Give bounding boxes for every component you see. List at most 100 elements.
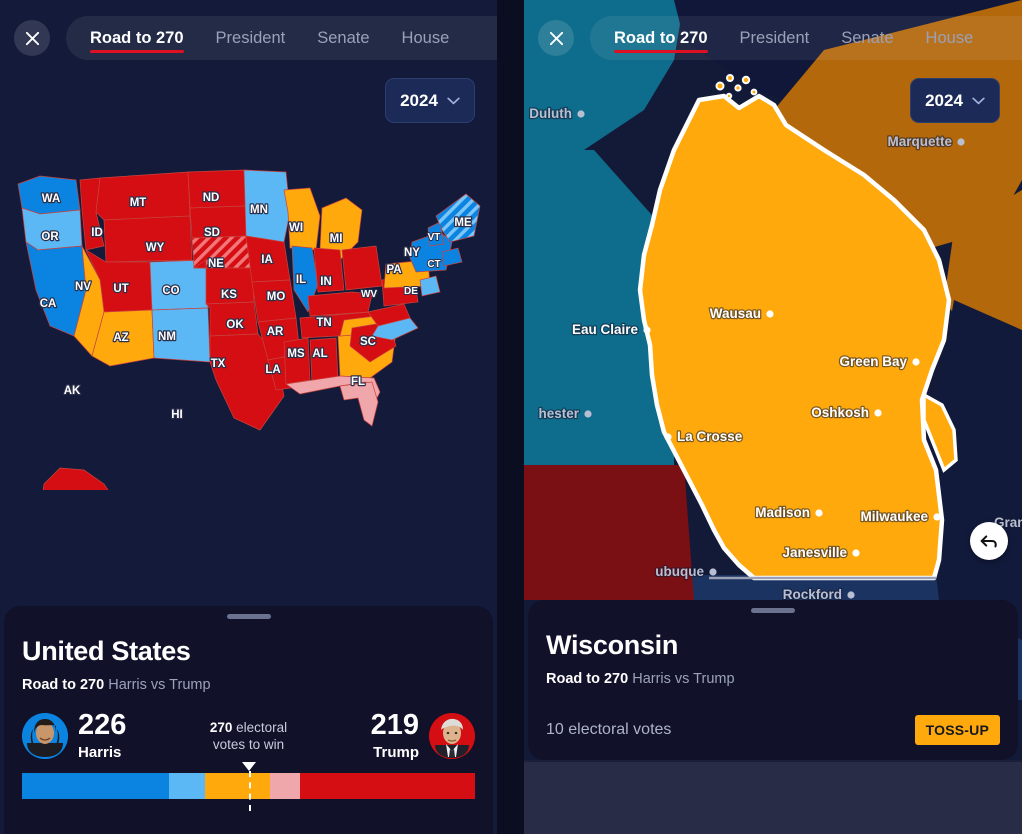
- state-label-wa[interactable]: WA: [41, 192, 62, 206]
- us-electoral-map[interactable]: WA OR CA NV ID MT WY UT AZ CO NM ND SD NE KS OK TX MN IA MO…: [0, 150, 497, 490]
- state-label-wy[interactable]: WY: [145, 241, 166, 255]
- state-label-mt[interactable]: MT: [128, 196, 147, 210]
- state-label-or[interactable]: OR: [40, 230, 60, 244]
- state-label-sc[interactable]: SC: [359, 335, 377, 349]
- chevron-down-icon-right: [972, 96, 985, 104]
- candidate-rep: 219 Trump: [371, 711, 475, 761]
- state-label-me[interactable]: ME: [453, 216, 473, 230]
- state-label-nd[interactable]: ND: [201, 191, 220, 205]
- state-label-al[interactable]: AL: [311, 347, 329, 361]
- state-label-ne[interactable]: NE: [207, 257, 226, 271]
- state-label-ok[interactable]: OK: [225, 318, 245, 332]
- city-dot-icon: [933, 513, 941, 521]
- state-label-co[interactable]: CO: [161, 284, 181, 298]
- bottom-strip: [524, 760, 1022, 834]
- panel-united-states: WA OR CA NV ID MT WY UT AZ CO NM ND SD NE KS OK TX MN IA MO…: [0, 0, 497, 834]
- to-win-number: 270: [209, 720, 233, 735]
- state-label-sd[interactable]: SD: [203, 226, 221, 240]
- trump-name: Trump: [373, 744, 419, 761]
- year-selector[interactable]: 2024: [385, 78, 475, 123]
- state-label-wi[interactable]: WI: [288, 221, 304, 235]
- state-label-fl[interactable]: FL: [350, 375, 366, 389]
- state-label-mo[interactable]: MO: [266, 290, 287, 304]
- sheet-subtitle: Road to 270 Harris vs Trump: [22, 677, 475, 693]
- wisconsin-detail-sheet: Wisconsin Road to 270 Harris vs Trump 10…: [528, 600, 1018, 760]
- city-dot-icon: [852, 549, 860, 557]
- city-dot-icon: [643, 326, 651, 334]
- state-label-ak[interactable]: AK: [62, 384, 82, 398]
- state-label-pa[interactable]: PA: [385, 263, 403, 277]
- tab-senate-right[interactable]: Senate: [825, 16, 909, 60]
- tab-house[interactable]: House: [386, 16, 466, 60]
- harris-votes: 226: [78, 709, 127, 741]
- state-label-in[interactable]: IN: [319, 275, 333, 289]
- bar-segment-lean-rep: [270, 773, 300, 799]
- state-label-la[interactable]: LA: [264, 363, 282, 377]
- candidate-dem: 226 Harris: [22, 711, 126, 761]
- city-label-duluth: Duluth: [529, 106, 572, 121]
- state-label-ia[interactable]: IA: [260, 253, 274, 267]
- year-value-right: 2024: [925, 90, 963, 110]
- tab-bar[interactable]: Road to 270 President Senate House: [66, 16, 497, 60]
- city-label-ubuque: ubuque: [655, 564, 704, 579]
- state-label-il[interactable]: IL: [295, 273, 308, 287]
- city-dot-icon: [847, 591, 855, 599]
- back-button[interactable]: [970, 522, 1008, 560]
- us-summary-sheet: United States Road to 270 Harris vs Trum…: [4, 606, 493, 834]
- app-root: WA OR CA NV ID MT WY UT AZ CO NM ND SD NE KS OK TX MN IA MO…: [0, 0, 1022, 834]
- state-label-id[interactable]: ID: [90, 226, 104, 240]
- to-win-text-2: votes to win: [212, 737, 285, 752]
- electoral-tally: 226 Harris 270 electoral votes to win 21…: [22, 707, 475, 765]
- state-label-ct[interactable]: CT: [426, 258, 441, 271]
- state-detail-row: 10 electoral votes TOSS-UP: [546, 715, 1000, 745]
- sheet-grabber-right[interactable]: [751, 608, 795, 613]
- state-label-ar[interactable]: AR: [265, 325, 285, 339]
- city-label-eau-claire: Eau Claire: [572, 322, 639, 337]
- tab-road-to-270-right[interactable]: Road to 270: [598, 16, 724, 60]
- state-label-ny[interactable]: NY: [403, 246, 422, 260]
- page-title: United States: [22, 636, 191, 666]
- city-label-wausau: Wausau: [710, 306, 761, 321]
- city-dot-icon: [664, 433, 672, 441]
- state-label-de[interactable]: DE: [403, 285, 419, 298]
- city-dot-icon: [766, 310, 774, 318]
- electoral-progress: [22, 762, 475, 811]
- state-label-nv[interactable]: NV: [74, 280, 93, 294]
- city-dot-icon: [957, 138, 965, 146]
- sheet-grabber[interactable]: [226, 614, 271, 619]
- state-label-ca[interactable]: CA: [38, 297, 57, 311]
- close-button[interactable]: [14, 20, 50, 56]
- city-dot-icon: [912, 358, 920, 366]
- tab-president[interactable]: President: [200, 16, 302, 60]
- state-label-tx[interactable]: TX: [209, 357, 226, 371]
- state-label-mi[interactable]: MI: [328, 232, 343, 246]
- subtitle-matchup: Harris vs Trump: [108, 677, 211, 693]
- tab-house-right[interactable]: House: [910, 16, 990, 60]
- city-label-madison: Madison: [755, 505, 810, 520]
- votes-to-win: 270 electoral votes to win: [126, 719, 370, 753]
- state-label-nm[interactable]: NM: [157, 330, 177, 344]
- close-button-right[interactable]: [538, 20, 574, 56]
- year-selector-right[interactable]: 2024: [910, 78, 1000, 123]
- city-label-marquette: Marquette: [887, 134, 952, 149]
- state-label-mn[interactable]: MN: [249, 203, 269, 217]
- city-dot-icon: [874, 409, 882, 417]
- state-label-ks[interactable]: KS: [220, 288, 239, 302]
- state-label-ms[interactable]: MS: [286, 347, 306, 361]
- tab-senate[interactable]: Senate: [301, 16, 385, 60]
- tab-road-to-270[interactable]: Road to 270: [74, 16, 200, 60]
- tab-president-right[interactable]: President: [724, 16, 826, 60]
- city-label-la-crosse: La Crosse: [677, 429, 743, 444]
- state-label-wv[interactable]: WV: [360, 288, 378, 301]
- state-label-az[interactable]: AZ: [112, 331, 130, 345]
- close-icon: [25, 31, 39, 45]
- harris-avatar: [22, 713, 68, 759]
- harris-name: Harris: [78, 744, 122, 761]
- state-label-tn[interactable]: TN: [315, 316, 333, 330]
- close-icon-right: [549, 31, 563, 45]
- state-label-vt[interactable]: VT: [427, 231, 442, 244]
- state-label-ut[interactable]: UT: [112, 282, 130, 296]
- state-label-hi[interactable]: HI: [170, 408, 184, 422]
- tab-bar-right[interactable]: Road to 270 President Senate House: [590, 16, 1022, 60]
- city-label-oshkosh: Oshkosh: [811, 405, 869, 420]
